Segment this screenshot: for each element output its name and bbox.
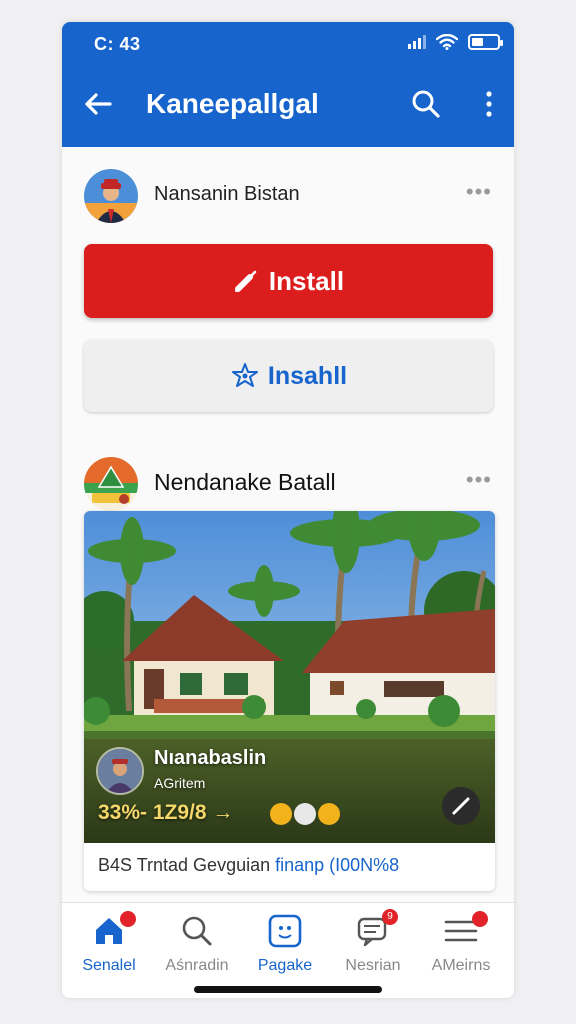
nav-label: Nesrian [345,957,401,974]
pages-icon [268,914,302,948]
home-indicator[interactable] [194,986,382,993]
page-title: Kaneepallgal [146,88,319,119]
post-author[interactable]: Nansanin Bistan [154,183,300,206]
install-secondary-label: Insahll [267,361,348,390]
nav-item-pages[interactable]: Pagake [240,903,330,998]
signal-icon [408,35,426,49]
overlay-subtitle: AGritem [154,775,206,791]
more-vert-icon[interactable] [474,86,504,122]
edit-pencil-icon[interactable] [442,787,480,825]
phone-screen: C: 43 Kaneepallgal Nansanin Bistan ••• I… [62,22,514,998]
feed: Nansanin Bistan ••• Install Insahll Nend… [62,147,514,903]
app-header: C: 43 Kaneepallgal [62,22,514,147]
post-header: Nendanake Batall ••• [62,447,514,517]
post-header: Nansanin Bistan ••• [62,161,514,231]
nav-label: AMeirns [431,957,491,974]
caption-text: B4S Trntad Gevguian [98,855,276,875]
overlay-title: Nıanabaslin [154,747,267,769]
nav-item-search[interactable]: Aśnradin [152,903,242,998]
sparkle-icon [231,363,258,387]
syringe-icon [234,270,257,292]
status-icons [408,34,503,50]
avatar[interactable] [84,169,138,223]
nav-label: Aśnradin [165,957,229,974]
overlay-avatar[interactable] [96,747,144,795]
search-icon[interactable] [408,86,444,122]
channel-logo[interactable] [84,457,138,511]
post-menu-icon[interactable]: ••• [466,179,492,205]
wifi-icon [436,34,458,50]
install-label: Install [268,265,345,296]
messages-badge: 9 [382,909,398,925]
nav-item-messages[interactable]: 9 Nesrian [328,903,418,998]
bottom-nav: Senalel Aśnradin Pagake 9 Nesrian AMeirn… [62,902,514,998]
post-menu-icon[interactable]: ••• [466,467,492,493]
install-secondary-button[interactable]: Insahll [84,340,493,412]
search-icon [182,916,212,946]
status-time: C: 43 [94,34,141,54]
install-button[interactable]: Install [84,244,493,318]
battery-icon [468,34,503,50]
reaction-icons [270,803,340,825]
nav-label: Pagake [257,957,313,974]
notification-badge [472,911,488,927]
post-card[interactable]: Nıanabaslin AGritem 33%- 1Z9/8 → B4S Trn… [84,511,495,891]
app-bar: Kaneepallgal [62,82,514,126]
post-caption: B4S Trntad Gevguian finanp (I00N%8 [98,855,399,876]
overlay-stats: 33%- 1Z9/8 → [98,801,234,824]
post-photo [84,511,495,843]
back-arrow-icon[interactable] [80,86,116,122]
caption-extra: (I00N%8 [324,855,400,875]
caption-link[interactable]: finanp [275,855,324,875]
nav-item-menu[interactable]: AMeirns [416,903,506,998]
reaction-icon [270,803,292,825]
notification-badge [120,911,136,927]
reaction-icon [294,803,316,825]
post-author[interactable]: Nendanake Batall [154,469,336,496]
reaction-icon [318,803,340,825]
nav-label: Senalel [82,957,136,974]
nav-item-home[interactable]: Senalel [64,903,154,998]
